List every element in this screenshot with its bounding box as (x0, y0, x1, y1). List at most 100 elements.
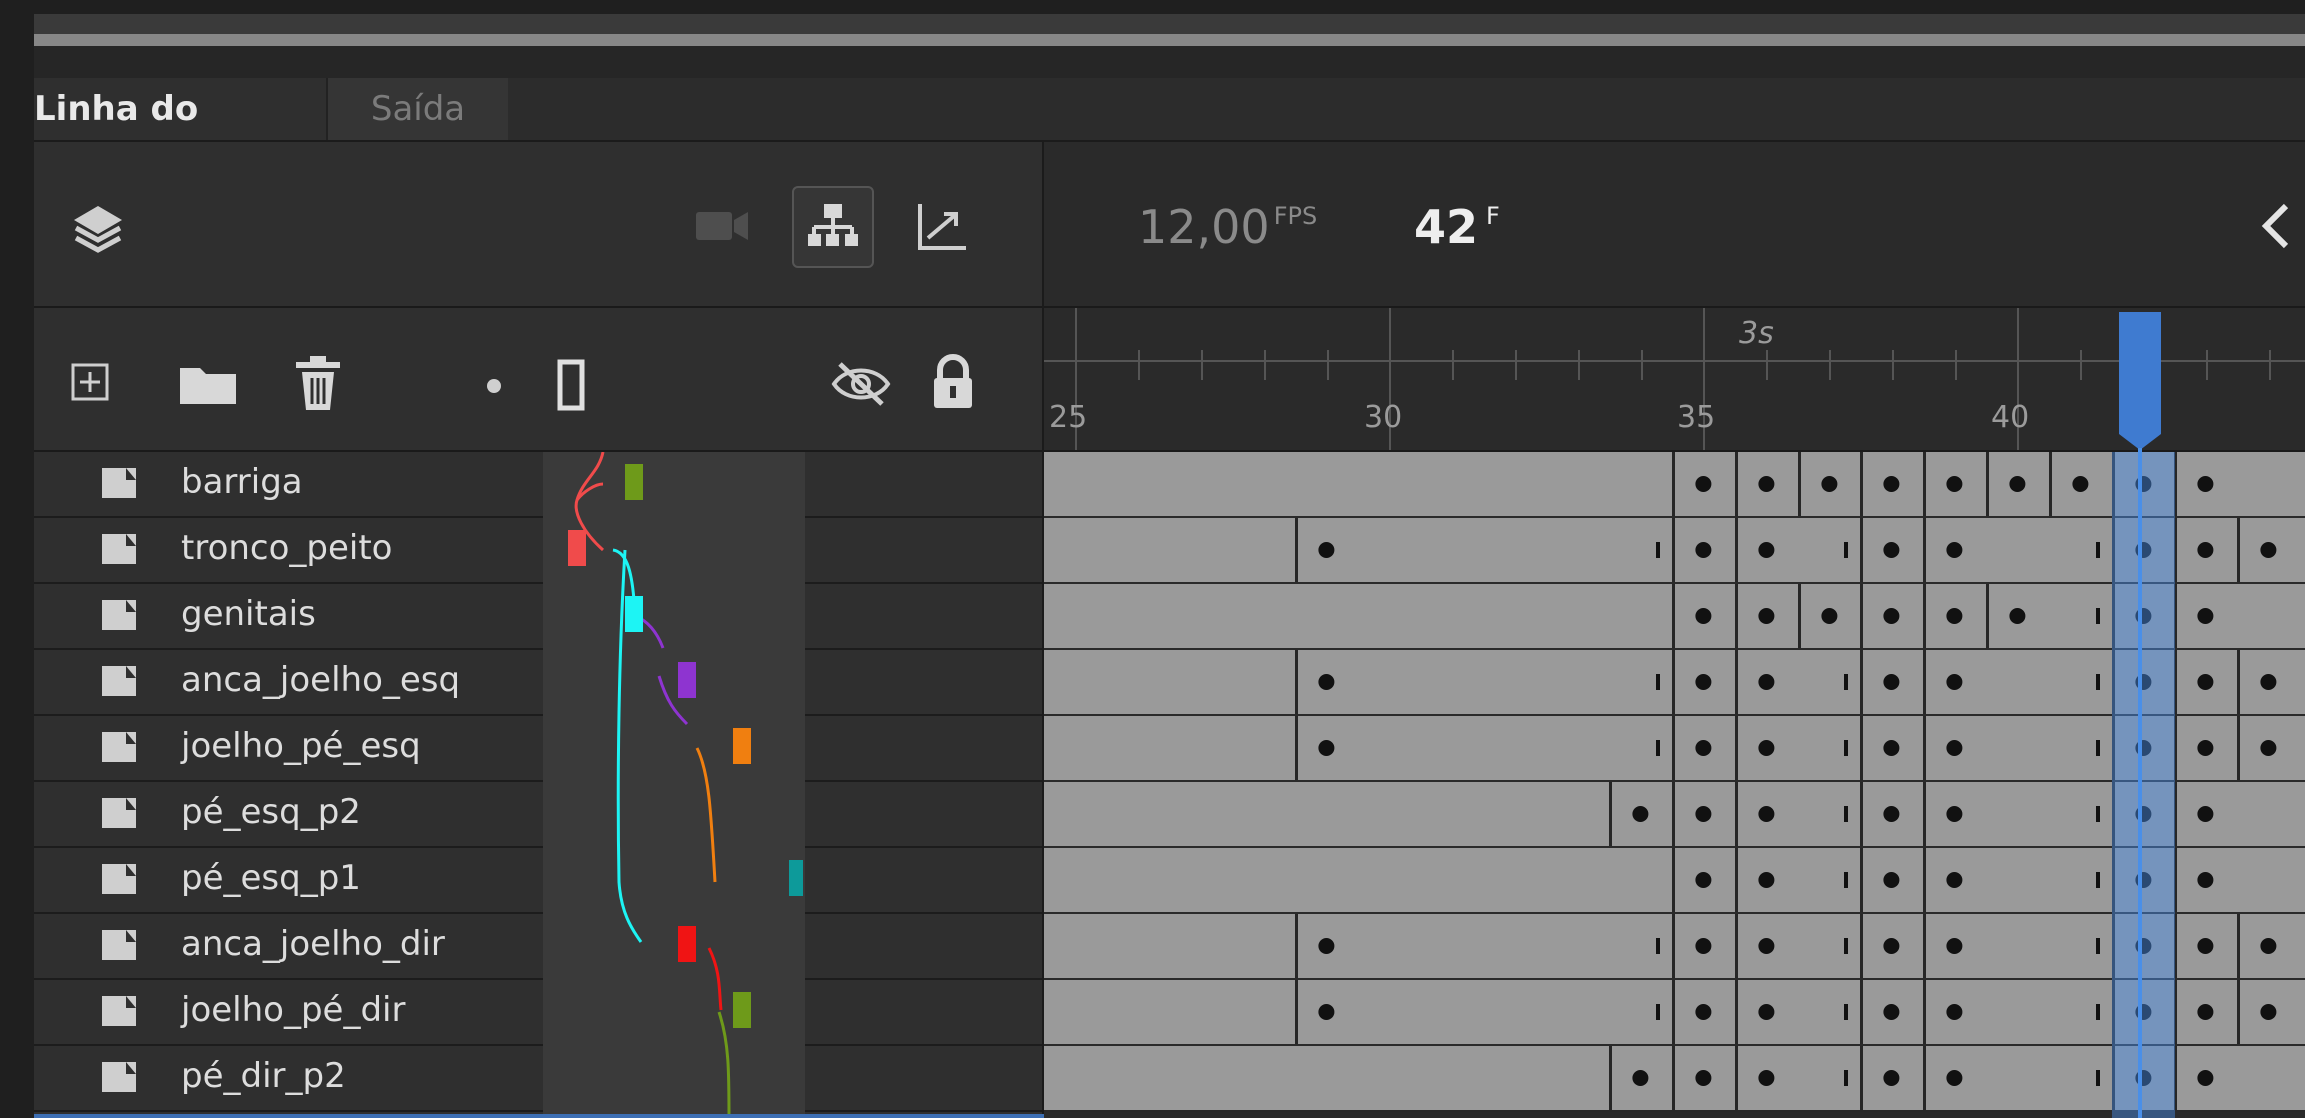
keyframe[interactable] (1632, 1070, 1649, 1086)
panel-divider[interactable] (1042, 142, 1044, 1118)
new-folder-icon[interactable] (178, 362, 238, 406)
keyframe[interactable] (1946, 542, 1963, 558)
parent-swatch-joelho-pe-dir[interactable] (733, 992, 751, 1028)
keyframe[interactable] (1883, 542, 1900, 558)
keyframe[interactable] (1946, 1004, 1963, 1020)
layer-row[interactable]: anca_joelho_esq (34, 650, 1044, 716)
keyframe[interactable] (2072, 476, 2089, 492)
keyframe[interactable] (1318, 938, 1335, 954)
keyframe[interactable] (2197, 674, 2214, 690)
keyframe[interactable] (1883, 806, 1900, 822)
new-layer-icon[interactable] (70, 362, 110, 402)
keyframe[interactable] (1758, 806, 1775, 822)
keyframe[interactable] (2197, 872, 2214, 888)
visibility-off-icon[interactable] (830, 360, 892, 408)
tab-output[interactable]: Saída (326, 78, 508, 140)
parent-swatch-tronco-peito[interactable] (568, 530, 586, 566)
keyframe[interactable] (1883, 1004, 1900, 1020)
dot-icon[interactable] (484, 376, 504, 396)
keyframe[interactable] (1946, 476, 1963, 492)
frame-grid[interactable] (1044, 452, 2305, 1118)
parent-swatch-pe-esq-p1[interactable] (789, 860, 803, 896)
layer-row[interactable]: joelho_pé_esq (34, 716, 1044, 782)
keyframe[interactable] (1695, 806, 1712, 822)
keyframe[interactable] (2260, 740, 2277, 756)
keyframe[interactable] (1695, 674, 1712, 690)
keyframe[interactable] (1883, 476, 1900, 492)
keyframe[interactable] (2197, 608, 2214, 624)
lock-icon[interactable] (930, 354, 976, 410)
layers-icon[interactable] (68, 198, 128, 258)
keyframe[interactable] (2009, 476, 2026, 492)
keyframe[interactable] (2260, 1004, 2277, 1020)
tab-timeline[interactable]: Linha do tempo (34, 78, 326, 191)
keyframe[interactable] (1883, 740, 1900, 756)
frame-ruler[interactable] (1044, 308, 2305, 452)
keyframe[interactable] (1946, 872, 1963, 888)
parent-swatch-anca-joelho-esq[interactable] (678, 662, 696, 698)
keyframe[interactable] (1946, 740, 1963, 756)
keyframe[interactable] (1946, 608, 1963, 624)
keyframe[interactable] (2260, 938, 2277, 954)
layer-row[interactable]: joelho_pé_dir (34, 980, 1044, 1046)
keyframe[interactable] (2197, 1070, 2214, 1086)
layer-parenting-button[interactable] (792, 186, 874, 268)
delete-icon[interactable] (292, 354, 344, 412)
keyframe[interactable] (1946, 806, 1963, 822)
keyframe[interactable] (1946, 1070, 1963, 1086)
keyframe[interactable] (2197, 542, 2214, 558)
keyframe[interactable] (2197, 476, 2214, 492)
layer-row[interactable]: anca_joelho_dir (34, 914, 1044, 980)
keyframe[interactable] (2197, 1004, 2214, 1020)
layer-row[interactable]: pé_esq_p1 (34, 848, 1044, 914)
keyframe[interactable] (1758, 674, 1775, 690)
layer-row[interactable]: barriga (34, 452, 1044, 518)
chevron-left-icon[interactable] (2256, 198, 2296, 254)
parent-swatch-anca-joelho-dir[interactable] (678, 926, 696, 962)
keyframe[interactable] (1695, 542, 1712, 558)
keyframe[interactable] (2260, 542, 2277, 558)
keyframe[interactable] (1883, 938, 1900, 954)
graph-icon[interactable] (914, 198, 970, 254)
keyframe[interactable] (1695, 740, 1712, 756)
fps-display[interactable]: 12,00 FPS (1138, 200, 1317, 254)
keyframe[interactable] (1946, 674, 1963, 690)
keyframe[interactable] (1946, 938, 1963, 954)
keyframe[interactable] (1695, 476, 1712, 492)
keyframe[interactable] (2197, 806, 2214, 822)
parent-swatch-genitais[interactable] (625, 596, 643, 632)
keyframe[interactable] (1695, 608, 1712, 624)
keyframe[interactable] (1883, 608, 1900, 624)
keyframe[interactable] (1695, 938, 1712, 954)
keyframe[interactable] (1695, 872, 1712, 888)
keyframe[interactable] (1821, 608, 1838, 624)
layer-row[interactable]: genitais (34, 584, 1044, 650)
keyframe[interactable] (2197, 938, 2214, 954)
keyframe[interactable] (1758, 740, 1775, 756)
keyframe[interactable] (1758, 1004, 1775, 1020)
keyframe[interactable] (1758, 542, 1775, 558)
layer-parenting-column[interactable] (543, 452, 805, 1118)
keyframe[interactable] (1758, 938, 1775, 954)
keyframe[interactable] (1758, 872, 1775, 888)
keyframe[interactable] (1318, 542, 1335, 558)
keyframe[interactable] (1821, 476, 1838, 492)
keyframe[interactable] (1318, 1004, 1335, 1020)
keyframe[interactable] (1883, 674, 1900, 690)
layer-row[interactable]: tronco_peito (34, 518, 1044, 584)
keyframe[interactable] (1758, 1070, 1775, 1086)
keyframe[interactable] (1695, 1004, 1712, 1020)
camera-icon[interactable] (694, 206, 750, 246)
keyframe[interactable] (1758, 608, 1775, 624)
parent-swatch-joelho-pe-esq[interactable] (733, 728, 751, 764)
keyframe[interactable] (2009, 608, 2026, 624)
keyframe[interactable] (1318, 740, 1335, 756)
layer-row[interactable]: pé_esq_p2 (34, 782, 1044, 848)
keyframe[interactable] (1758, 476, 1775, 492)
playhead[interactable] (2117, 310, 2163, 1118)
parent-swatch-barriga[interactable] (625, 464, 643, 500)
current-frame-display[interactable]: 42 F (1414, 200, 1500, 254)
keyframe[interactable] (1632, 806, 1649, 822)
keyframe[interactable] (1883, 1070, 1900, 1086)
keyframe[interactable] (1695, 1070, 1712, 1086)
